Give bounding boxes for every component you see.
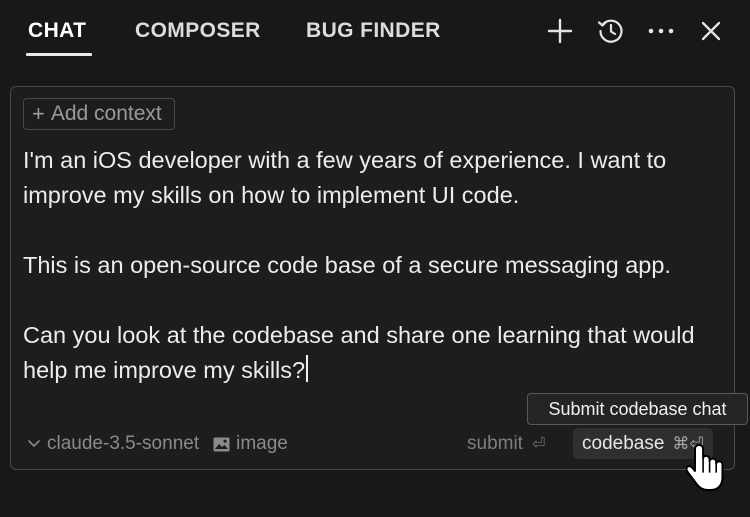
prompt-text[interactable]: I'm an iOS developer with a few years of… <box>23 143 723 388</box>
prompt-paragraph: This is an open-source code base of a se… <box>23 252 671 278</box>
history-icon <box>597 19 623 43</box>
history-button[interactable] <box>594 14 628 48</box>
new-chat-button[interactable] <box>543 14 577 48</box>
prompt-paragraph: I'm an iOS developer with a few years of… <box>23 147 667 208</box>
image-label: image <box>236 433 288 454</box>
model-name: claude-3.5-sonnet <box>47 433 200 454</box>
submit-button[interactable]: submit ⏎ <box>467 433 545 455</box>
add-context-button[interactable]: + Add context <box>23 98 175 130</box>
codebase-label: codebase <box>582 432 665 454</box>
active-tab-indicator <box>26 53 92 56</box>
chevron-down-icon <box>28 440 40 447</box>
tooltip-text: Submit codebase chat <box>548 398 727 419</box>
more-icon <box>648 28 674 34</box>
prompt-paragraph-last: Can you look at the codebase and share o… <box>23 318 723 388</box>
model-selector[interactable]: claude-3.5-sonnet <box>27 433 199 455</box>
pointer-hand-icon <box>686 444 724 491</box>
close-button[interactable] <box>694 14 728 48</box>
image-icon <box>213 437 230 451</box>
tab-composer[interactable]: COMPOSER <box>135 19 261 43</box>
chat-panel: CHAT COMPOSER BUG FINDER + Add context I… <box>0 0 750 517</box>
tab-bug-finder[interactable]: BUG FINDER <box>306 19 441 43</box>
more-options-button[interactable] <box>644 14 678 48</box>
enter-key-icon: ⏎ <box>531 436 546 453</box>
tooltip: Submit codebase chat <box>527 393 748 425</box>
submit-label: submit <box>467 433 523 454</box>
add-context-label: Add context <box>50 102 162 125</box>
close-icon <box>701 21 721 41</box>
tab-bar: CHAT COMPOSER BUG FINDER <box>0 0 750 64</box>
plus-icon <box>547 18 573 44</box>
attach-image-button[interactable]: image <box>213 433 288 455</box>
plus-icon: + <box>32 101 45 126</box>
tab-chat[interactable]: CHAT <box>28 19 86 43</box>
composer-footer: claude-3.5-sonnet image <box>27 433 288 455</box>
text-caret <box>306 355 309 382</box>
prompt-paragraph: Can you look at the codebase and share o… <box>23 322 695 383</box>
